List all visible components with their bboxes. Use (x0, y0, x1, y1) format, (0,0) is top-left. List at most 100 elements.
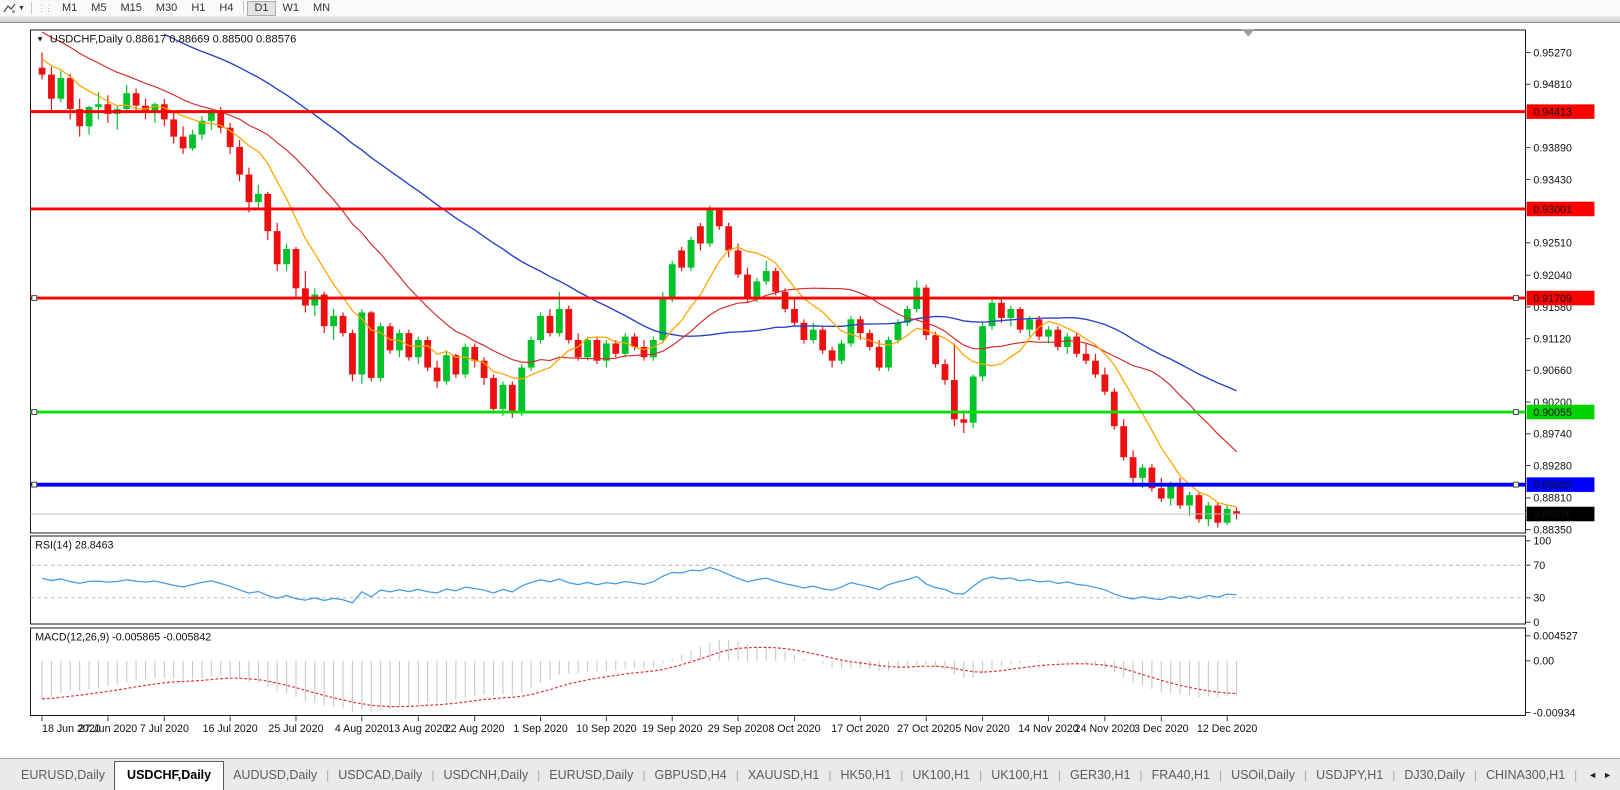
trendline-tool-icon (3, 2, 16, 14)
candle-body (1064, 337, 1071, 347)
candle-body (368, 312, 375, 377)
tab-uk100-h1[interactable]: UK100,H1 (982, 763, 1058, 787)
tab-hk50-h1[interactable]: HK50,H1 (832, 763, 901, 787)
candle-body (57, 78, 64, 99)
date-tick-label: 27 Jun 2020 (79, 723, 138, 735)
window-splitter[interactable] (0, 16, 1620, 23)
candle-body (716, 210, 723, 226)
trendline-tool-button[interactable]: ▼ (0, 2, 28, 14)
timeframe-button-m5[interactable]: M5 (84, 1, 113, 16)
toolbar-grip-handle[interactable]: ⋮⋮ (37, 4, 51, 13)
candle-body (537, 316, 544, 340)
panel-frame-1 (30, 536, 1525, 624)
price-tick-label: 0.89280 (1533, 460, 1572, 472)
date-tick-label: 22 Aug 2020 (445, 723, 505, 735)
chart-canvas[interactable]: ▼USDCHF,Daily 0.88617 0.88669 0.88500 0.… (0, 23, 1620, 758)
date-tick-label: 29 Sep 2020 (708, 723, 769, 735)
level-handle[interactable] (1513, 296, 1518, 301)
tab-gbpusd-h4[interactable]: GBPUSD,H4 (645, 763, 735, 787)
tab-uk100-h1[interactable]: UK100,H1 (903, 763, 979, 787)
date-tick-label: 7 Jul 2020 (140, 723, 189, 735)
timeframe-button-w1[interactable]: W1 (276, 1, 307, 16)
candle-body (340, 316, 347, 333)
candle-body (170, 119, 177, 136)
candle-body (452, 355, 459, 374)
candle-body (123, 93, 130, 109)
timeframe-button-m30[interactable]: M30 (149, 1, 184, 16)
candle-body (612, 343, 619, 353)
tab-usdchf-daily[interactable]: USDCHF,Daily (114, 761, 224, 790)
toolbar-separator (243, 1, 244, 13)
tab-eurusd-daily[interactable]: EURUSD,Daily (540, 763, 642, 787)
macd-tick-label: 0.004527 (1533, 631, 1578, 643)
tab-ger30-h1[interactable]: GER30,H1 (1061, 763, 1139, 787)
level-handle[interactable] (32, 482, 37, 487)
candle-body (180, 137, 187, 149)
timeframe-button-mn[interactable]: MN (306, 1, 337, 16)
candle-body (255, 194, 262, 202)
timeframe-button-m15[interactable]: M15 (114, 1, 149, 16)
date-tick-label: 12 Dec 2020 (1197, 723, 1258, 735)
candle-body (311, 295, 318, 306)
level-handle[interactable] (1513, 410, 1518, 415)
date-tick-label: 3 Dec 2020 (1134, 723, 1189, 735)
candle-body (1120, 426, 1127, 457)
tab-scroll-left-icon[interactable]: ◄ (1588, 770, 1597, 780)
candle-body (1167, 485, 1174, 499)
dropdown-caret-icon[interactable]: ▼ (18, 5, 25, 12)
candle-body (424, 340, 431, 368)
candle-body (283, 249, 290, 264)
tab-audusd-daily[interactable]: AUDUSD,Daily (224, 763, 326, 787)
tab-dj30-daily[interactable]: DJ30,Daily (1395, 763, 1473, 787)
tab-usoil-daily[interactable]: USOil,Daily (1222, 763, 1304, 787)
level-handle[interactable] (32, 296, 37, 301)
tab-usdjpy-h1[interactable]: USDJPY,H1 (1307, 763, 1392, 787)
tab-xauusd-h1[interactable]: XAUUSD,H1 (739, 763, 829, 787)
candle-body (876, 347, 883, 368)
tab-eurusd-daily[interactable]: EURUSD,Daily (12, 763, 114, 787)
macd-tick-label: -0.00934 (1533, 707, 1575, 719)
price-tick-label: 0.91120 (1533, 334, 1571, 346)
candle-body (264, 194, 271, 231)
candle-body (1045, 330, 1052, 337)
tab-china300-h1[interactable]: CHINA300,H1 (1477, 763, 1574, 787)
candle-body (989, 303, 996, 326)
price-tag-label: 0.90055 (1533, 407, 1572, 419)
price-tick-label: 0.93890 (1533, 143, 1572, 155)
candle-body (1158, 488, 1165, 498)
tab-usdcad-daily[interactable]: USDCAD,Daily (329, 763, 431, 787)
timeframe-button-h4[interactable]: H4 (212, 1, 240, 16)
date-tick-label: 24 Nov 2020 (1075, 723, 1136, 735)
candle-body (189, 135, 196, 149)
timeframe-button-m1[interactable]: M1 (55, 1, 84, 16)
tab-fra40-h1[interactable]: FRA40,H1 (1143, 763, 1219, 787)
chart-collapse-icon[interactable]: ▼ (36, 34, 44, 43)
macd-label: MACD(12,26,9) -0.005865 -0.005842 (35, 632, 211, 644)
candle-body (246, 175, 253, 203)
timeframe-button-h1[interactable]: H1 (184, 1, 212, 16)
candle-body (1205, 505, 1212, 519)
candle-body (819, 330, 826, 351)
candle-body (86, 107, 93, 126)
tab-usdcnh-daily[interactable]: USDCNH,Daily (434, 763, 537, 787)
candle-body (594, 340, 601, 361)
candle-body (1054, 330, 1061, 347)
level-handle[interactable] (32, 410, 37, 415)
candle-body (1101, 374, 1108, 391)
timeframe-button-d1[interactable]: D1 (247, 1, 275, 16)
price-tag-label: 0.93001 (1533, 204, 1572, 216)
price-tick-label: 0.90660 (1533, 365, 1572, 377)
tab-scroll-right-icon[interactable]: ► (1603, 770, 1612, 780)
candle-body (970, 377, 977, 423)
candle-body (528, 340, 535, 368)
date-tick-label: 25 Jul 2020 (268, 723, 323, 735)
price-tag-label: 0.94413 (1533, 106, 1572, 118)
candle-body (1111, 392, 1118, 426)
level-handle[interactable] (1513, 482, 1518, 487)
symbol-tab-bar: EURUSD,DailyUSDCHF,DailyAUDUSD,Daily|USD… (0, 758, 1620, 790)
date-tick-label: 10 Sep 2020 (576, 723, 637, 735)
price-tick-label: 0.92040 (1533, 270, 1572, 282)
candle-body (678, 250, 685, 267)
candle-body (688, 240, 695, 268)
panel-frame-2 (30, 628, 1525, 715)
